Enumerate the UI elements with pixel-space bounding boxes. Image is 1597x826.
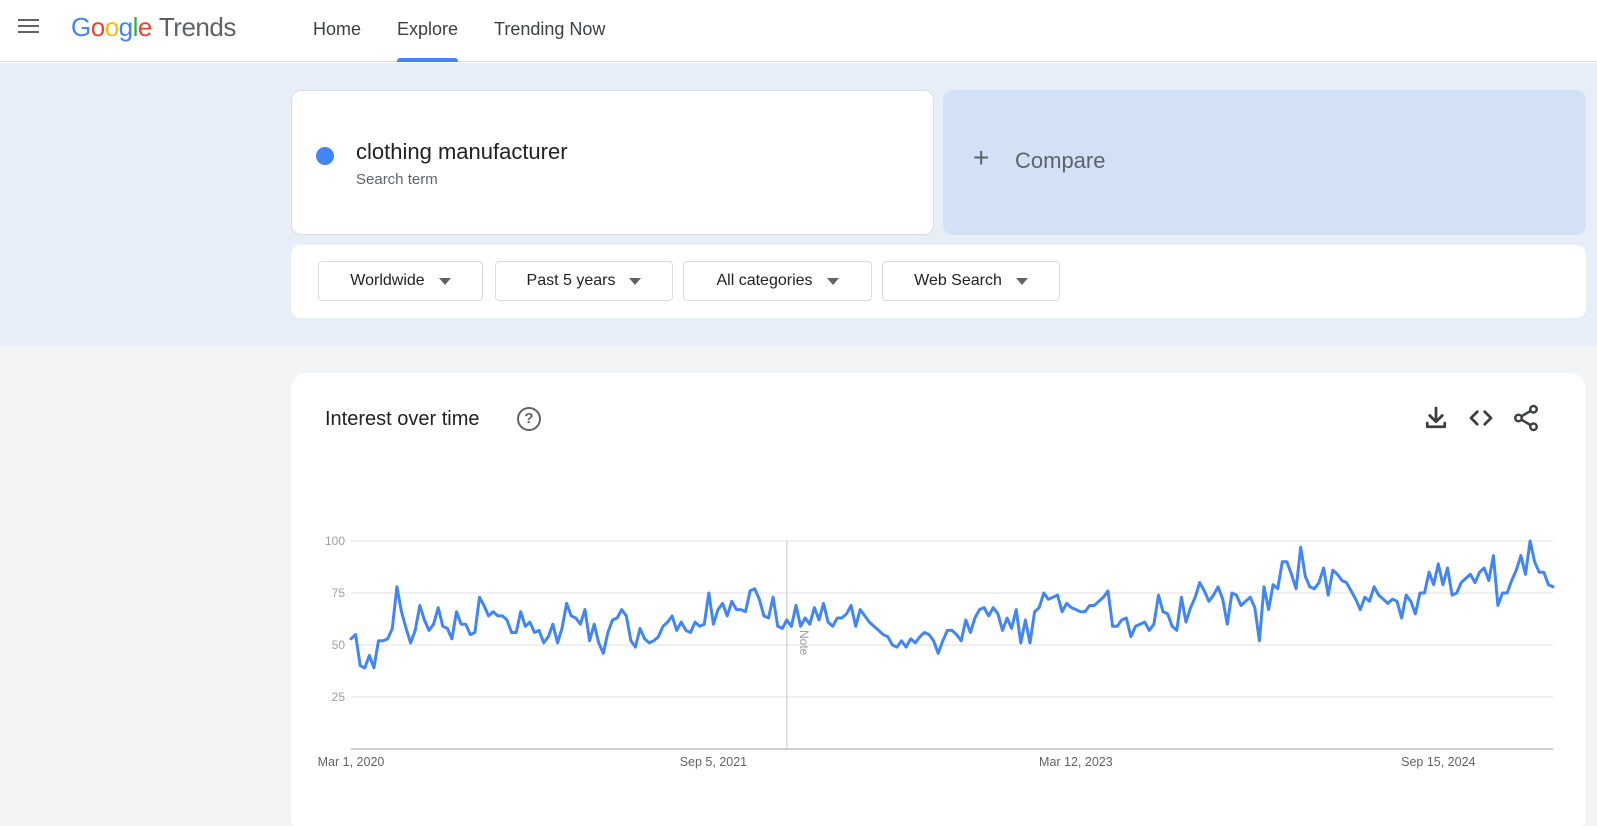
y-tick-label: 25 (332, 690, 346, 704)
y-tick-label: 50 (332, 638, 346, 652)
note-annotation-label: Note (797, 630, 811, 656)
y-tick-label: 100 (325, 534, 345, 548)
x-tick-label: Mar 1, 2020 (318, 755, 385, 769)
x-tick-label: Sep 5, 2021 (680, 755, 747, 769)
series-line (349, 539, 1555, 670)
x-tick-label: Mar 12, 2023 (1039, 755, 1113, 769)
interest-over-time-chart: 25 50 75 100 Note Mar 1, 2020 Sep 5, 2021 Mar 1… (318, 534, 1555, 769)
y-tick-label: 75 (332, 586, 346, 600)
x-tick-label: Sep 15, 2024 (1401, 755, 1475, 769)
